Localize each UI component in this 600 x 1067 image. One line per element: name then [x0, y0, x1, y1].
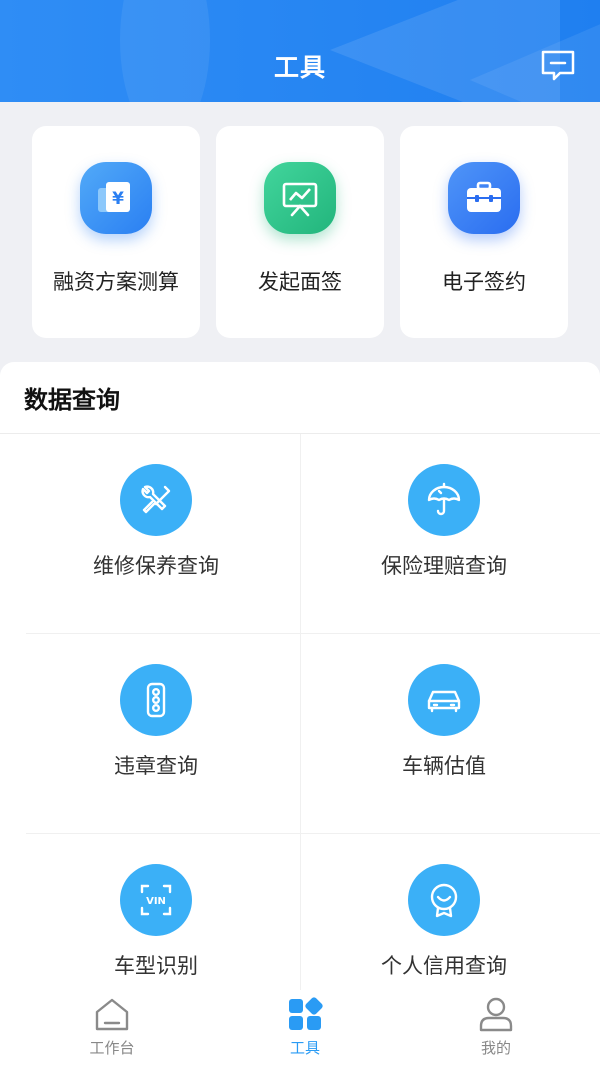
nav-item-mine[interactable]: 我的 [396, 990, 596, 1067]
tools-icon [120, 464, 192, 536]
query-item-violations[interactable]: 违章查询 [0, 634, 300, 834]
finance-calculator-icon: ¥ [80, 162, 152, 234]
nav-item-workbench[interactable]: 工作台 [12, 990, 212, 1067]
presentation-chart-icon [264, 162, 336, 234]
car-icon [408, 664, 480, 736]
section-title: 数据查询 [24, 386, 120, 414]
quick-tool-label: 发起面签 [258, 270, 342, 294]
svg-text:¥: ¥ [112, 189, 124, 209]
nav-item-label: 工作台 [89, 1039, 135, 1057]
svg-text:VIN: VIN [146, 896, 166, 907]
query-item-maintenance[interactable]: 维修保养查询 [0, 434, 300, 634]
query-item-label: 违章查询 [114, 754, 198, 778]
quick-tool-esign[interactable]: 电子签约 [400, 126, 568, 338]
traffic-light-icon [120, 664, 192, 736]
bottom-nav: 工作台 工具 我的 [0, 990, 600, 1067]
umbrella-icon [408, 464, 480, 536]
nav-item-tools[interactable]: 工具 [205, 990, 405, 1067]
page-title: 工具 [273, 53, 326, 82]
nav-item-label: 我的 [480, 1039, 511, 1057]
quick-tool-label: 电子签约 [442, 270, 526, 294]
query-item-label: 车型识别 [114, 954, 198, 978]
query-item-valuation[interactable]: 车辆估值 [300, 634, 600, 834]
briefcase-icon [448, 162, 520, 234]
query-item-label: 车辆估值 [402, 754, 486, 778]
top-header: 工具 [0, 0, 600, 102]
message-icon[interactable] [540, 49, 576, 83]
data-query-section: 数据查询 维修保养查询 保险理赔查询 违章查询 车辆估值 VIN 车型识别 个人… [0, 362, 600, 990]
quick-tools: ¥ 融资方案测算 发起面签 电子签约 [32, 126, 572, 338]
nav-item-label: 工具 [289, 1039, 320, 1057]
home-icon [95, 998, 129, 1031]
vin-scan-icon: VIN [120, 864, 192, 936]
quick-tool-finance-calc[interactable]: ¥ 融资方案测算 [32, 126, 200, 338]
query-item-insurance[interactable]: 保险理赔查询 [300, 434, 600, 634]
quick-tool-interview[interactable]: 发起面签 [216, 126, 384, 338]
credit-badge-icon [408, 864, 480, 936]
query-item-label: 保险理赔查询 [381, 554, 507, 578]
person-icon [479, 997, 513, 1032]
query-item-label: 维修保养查询 [93, 554, 219, 578]
query-item-label: 个人信用查询 [381, 954, 507, 978]
grid-icon [289, 997, 323, 1030]
quick-tool-label: 融资方案测算 [53, 270, 179, 294]
